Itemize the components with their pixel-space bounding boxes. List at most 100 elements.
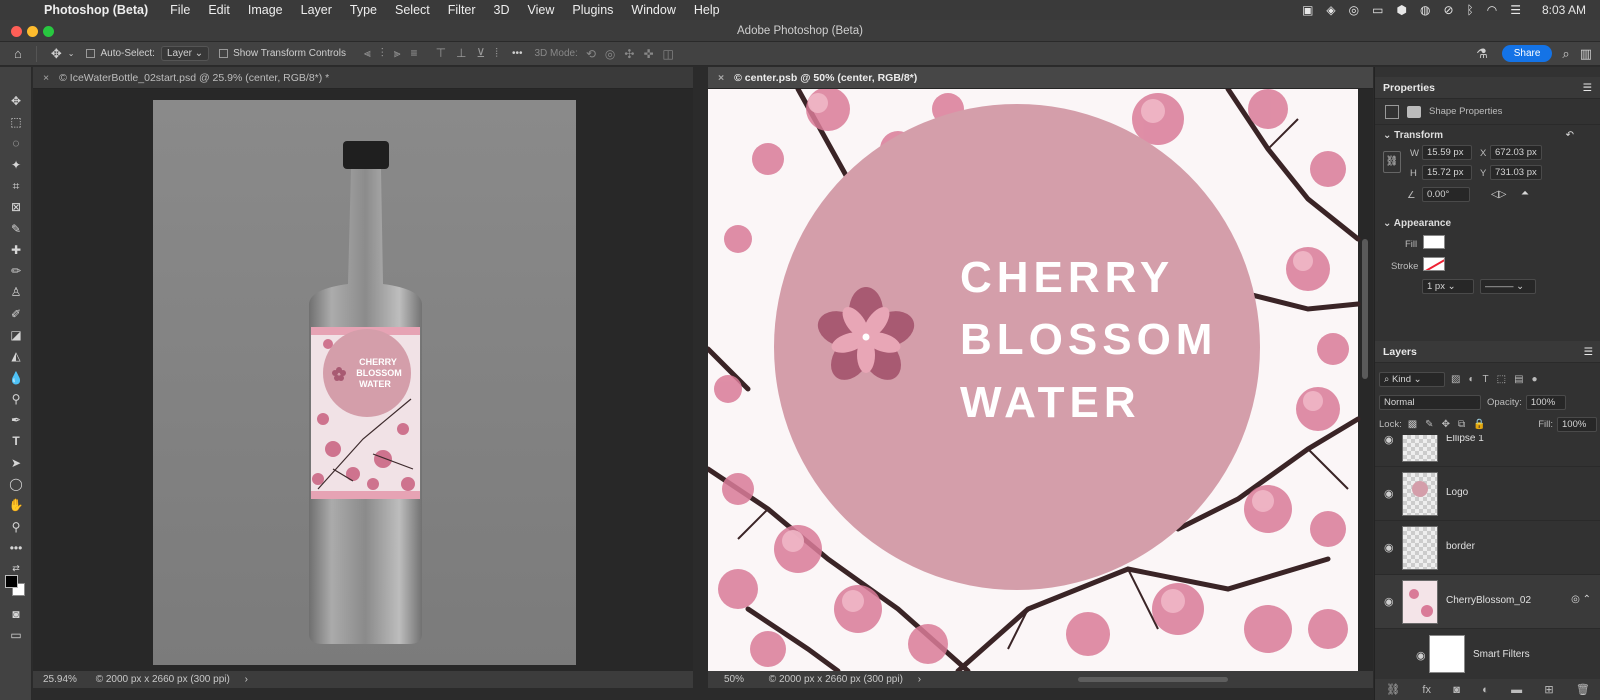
layers-panel-header[interactable]: Layers ☰ (1375, 341, 1600, 363)
filter-shape-icon[interactable]: ⬚ (1497, 374, 1506, 385)
lock-position-icon[interactable]: ✥ (1442, 419, 1450, 430)
link-dimensions-icon[interactable]: ⛓ (1383, 151, 1401, 173)
marquee-tool-icon[interactable]: ⬚ (7, 113, 25, 131)
delete-layer-icon[interactable]: 🗑 (1576, 683, 1590, 696)
healing-brush-tool-icon[interactable]: ✚ (7, 241, 25, 259)
wifi-icon[interactable]: ◠ (1487, 3, 1497, 17)
lock-transparency-icon[interactable]: ▩ (1408, 419, 1417, 430)
appearance-section-header[interactable]: ⌄ Appearance (1375, 215, 1600, 233)
pen-tool-icon[interactable]: ✒ (7, 411, 25, 429)
screen-mode-icon[interactable]: ▭ (7, 626, 25, 644)
add-mask-icon[interactable]: ◙ (1453, 684, 1460, 696)
layer-style-icon[interactable]: fx (1422, 684, 1431, 696)
align-top-icon[interactable]: ⊤ (436, 46, 446, 61)
menu-layer[interactable]: Layer (301, 3, 332, 17)
mask-properties-icon[interactable] (1407, 105, 1421, 118)
filter-adjustment-icon[interactable]: ◐ (1468, 374, 1474, 385)
new-layer-icon[interactable]: ⊞ (1544, 683, 1553, 696)
eyedropper-tool-icon[interactable]: ✎ (7, 220, 25, 238)
globe-icon[interactable]: ◍ (1420, 3, 1430, 17)
move-tool-preset-icon[interactable]: ✥ (51, 46, 62, 62)
transform-section-header[interactable]: ⌄ Transform ↶ (1375, 127, 1600, 145)
transform-controls-checkbox[interactable] (219, 49, 229, 58)
path-selection-tool-icon[interactable]: ➤ (7, 454, 25, 472)
align-middle-icon[interactable]: ⊥ (456, 46, 466, 61)
left-canvas[interactable]: CHERRY BLOSSOM WATER (33, 89, 693, 671)
search-status-icon[interactable]: ⊘ (1443, 3, 1453, 17)
more-options-icon[interactable]: ••• (512, 48, 523, 59)
menu-type[interactable]: Type (350, 3, 377, 17)
clone-stamp-tool-icon[interactable]: ♙ (7, 283, 25, 301)
visibility-eye-icon[interactable]: ◉ (1384, 541, 1394, 554)
layer-row-smart-filters[interactable]: ◉ Smart Filters (1375, 629, 1600, 679)
width-field[interactable]: 15.59 px (1422, 145, 1472, 160)
history-brush-tool-icon[interactable]: ✐ (7, 305, 25, 323)
filter-smart-object-icon[interactable]: ▤ (1514, 374, 1523, 385)
quick-mask-icon[interactable]: ◙ (7, 605, 25, 623)
flip-horizontal-icon[interactable]: ◁▷ (1491, 189, 1506, 200)
smart-filter-icon[interactable]: ◎ ⌃ (1571, 594, 1591, 605)
tab-left-document[interactable]: × © IceWaterBottle_02start.psd @ 25.9% (c… (33, 67, 693, 89)
stroke-style-dropdown[interactable]: ——— ⌄ (1480, 279, 1536, 294)
distribute-vertical-icon[interactable]: ⦙ (495, 46, 498, 61)
right-status-arrow-icon[interactable]: › (918, 674, 921, 685)
share-button[interactable]: Share (1501, 45, 1553, 62)
align-left-icon[interactable]: ⫷ (364, 46, 371, 61)
menu-filter[interactable]: Filter (448, 3, 476, 17)
minimize-window-button[interactable] (27, 26, 38, 37)
visibility-eye-icon[interactable]: ◉ (1384, 595, 1394, 608)
layer-filter-dropdown[interactable]: ⌕ Kind ⌄ (1379, 371, 1445, 387)
menu-image[interactable]: Image (248, 3, 283, 17)
lock-all-icon[interactable]: 🔒 (1473, 419, 1485, 430)
edit-toolbar-icon[interactable]: ••• (7, 539, 25, 557)
foreground-color-swatch[interactable] (5, 575, 18, 588)
menu-file[interactable]: File (170, 3, 190, 17)
3d-slide-icon[interactable]: ✜ (643, 47, 653, 61)
close-tab-icon[interactable]: × (718, 72, 724, 84)
paint-bucket-tool-icon[interactable]: ◭ (7, 347, 25, 365)
dodge-tool-icon[interactable]: ⚲ (7, 390, 25, 408)
search-icon[interactable]: ⌕ (1562, 46, 1569, 62)
new-group-icon[interactable]: ▬ (1511, 684, 1522, 696)
panel-menu-icon[interactable]: ☰ (1583, 77, 1592, 99)
menu-view[interactable]: View (528, 3, 555, 17)
blend-mode-dropdown[interactable]: Normal (1379, 394, 1481, 410)
menu-help[interactable]: Help (694, 3, 720, 17)
3d-drag-icon[interactable]: ✣ (624, 47, 634, 61)
eraser-tool-icon[interactable]: ◪ (7, 326, 25, 344)
stroke-width-field[interactable]: 1 px ⌄ (1422, 279, 1474, 294)
3d-rotate-icon[interactable]: ⟲ (586, 47, 596, 61)
visibility-eye-icon[interactable]: ◉ (1384, 487, 1394, 500)
filter-pixel-icon[interactable]: ▨ (1451, 374, 1460, 385)
zoom-window-button[interactable] (43, 26, 54, 37)
hand-tool-icon[interactable]: ✋ (7, 496, 25, 514)
move-tool-icon[interactable]: ✥ (7, 92, 25, 110)
menu-window[interactable]: Window (631, 3, 675, 17)
close-window-button[interactable] (11, 26, 22, 37)
fill-swatch[interactable] (1423, 235, 1445, 249)
horizontal-scrollbar[interactable] (1078, 677, 1228, 682)
magic-wand-tool-icon[interactable]: ✦ (7, 156, 25, 174)
frame-tool-icon[interactable]: ⊠ (7, 198, 25, 216)
properties-panel-header[interactable]: Properties ☰ (1375, 77, 1600, 99)
align-center-icon[interactable]: ⫶ (381, 46, 384, 61)
right-zoom-level[interactable]: 50% (724, 674, 744, 685)
reset-transform-icon[interactable]: ↶ (1566, 127, 1574, 145)
flask-icon[interactable]: ⚗ (1476, 46, 1488, 62)
3d-scale-icon[interactable]: ◫ (663, 47, 674, 61)
y-field[interactable]: 731.03 px (1490, 165, 1542, 180)
shape-properties-icon[interactable] (1385, 104, 1399, 119)
bluetooth-icon[interactable]: ᛒ (1467, 3, 1474, 17)
opacity-field[interactable]: 100% (1525, 394, 1566, 410)
menu-edit[interactable]: Edit (208, 3, 230, 17)
height-field[interactable]: 15.72 px (1422, 165, 1472, 180)
shield-icon[interactable]: ⬢ (1396, 3, 1406, 17)
right-doc-info[interactable]: © 2000 px x 2660 px (300 ppi) (769, 674, 903, 685)
stroke-swatch[interactable] (1423, 257, 1445, 271)
layer-row-border[interactable]: ◉ border (1375, 521, 1600, 575)
filter-type-icon[interactable]: T (1483, 374, 1489, 385)
auto-select-dropdown[interactable]: Layer ⌄ (160, 46, 210, 61)
align-bottom-icon[interactable]: ⊻ (476, 46, 485, 61)
tab-right-document[interactable]: × © center.psb @ 50% (center, RGB/8*) (708, 67, 1373, 89)
menu-plugins[interactable]: Plugins (572, 3, 613, 17)
